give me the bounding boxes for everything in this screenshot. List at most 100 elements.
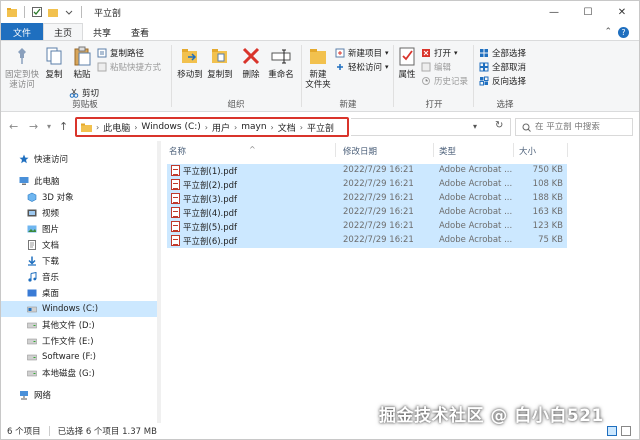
file-row[interactable]: 平立剖(1).pdf 2022/7/29 16:21 Adobe Acrobat…: [167, 164, 567, 178]
file-row[interactable]: 平立剖(3).pdf 2022/7/29 16:21 Adobe Acrobat…: [167, 192, 567, 206]
column-divider[interactable]: [433, 143, 434, 157]
tab-home[interactable]: 主页: [43, 23, 84, 41]
nav-videos[interactable]: 视频: [1, 205, 157, 221]
toolbar-divider: [24, 6, 25, 18]
up-arrow-icon[interactable]: ↑: [59, 120, 68, 133]
address-dropdown-icon[interactable]: ▾: [473, 122, 477, 131]
file-type: Adobe Acrobat ...: [439, 235, 513, 245]
paste-button[interactable]: 粘贴: [69, 45, 95, 80]
copy-to-button[interactable]: 复制到: [205, 45, 235, 80]
column-size[interactable]: 大小: [519, 145, 536, 157]
address-bar-empty-area[interactable]: [351, 118, 511, 136]
close-button[interactable]: ✕: [605, 1, 639, 23]
breadcrumb-this-pc[interactable]: 此电脑: [103, 121, 130, 134]
drive-icon: [27, 336, 37, 346]
properties-button[interactable]: 属性: [395, 45, 419, 80]
back-arrow-icon[interactable]: ←: [9, 120, 18, 133]
nav-pane-scrollbar[interactable]: [157, 141, 161, 423]
select-none-button[interactable]: 全部取消: [479, 61, 526, 73]
copy-button[interactable]: 复制: [41, 45, 67, 80]
breadcrumb-current[interactable]: 平立剖: [307, 121, 334, 134]
column-divider[interactable]: [567, 143, 568, 157]
file-row[interactable]: 平立剖(4).pdf 2022/7/29 16:21 Adobe Acrobat…: [167, 206, 567, 220]
pdf-file-icon: [171, 235, 180, 246]
select-all-label: 全部选择: [492, 49, 527, 59]
tab-view[interactable]: 查看: [121, 23, 159, 41]
nav-drive-f[interactable]: Software (F:): [1, 349, 157, 365]
file-size: 123 KB: [532, 221, 563, 231]
column-divider[interactable]: [335, 143, 336, 157]
nav-drive-d[interactable]: 其他文件 (D:): [1, 317, 157, 333]
paste-icon: [71, 45, 93, 67]
nav-drive-g[interactable]: 本地磁盘 (G:): [1, 365, 157, 381]
refresh-icon[interactable]: ↻: [495, 120, 503, 131]
invert-selection-button[interactable]: 反向选择: [479, 75, 526, 87]
address-bar[interactable]: › 此电脑 › Windows (C:) › 用户 › mayn › 文档 › …: [75, 117, 349, 137]
column-divider[interactable]: [513, 143, 514, 157]
file-row[interactable]: 平立剖(2).pdf 2022/7/29 16:21 Adobe Acrobat…: [167, 178, 567, 192]
select-all-button[interactable]: 全部选择: [479, 47, 526, 59]
pin-quick-access-button[interactable]: 固定到快 速访问: [5, 45, 39, 90]
search-input[interactable]: [535, 122, 625, 132]
open-button[interactable]: 打开 ▾: [421, 47, 458, 59]
copy-to-label: 复制到: [207, 70, 233, 80]
large-icons-view-icon[interactable]: [621, 426, 631, 436]
minimize-button[interactable]: —: [537, 1, 571, 23]
search-box[interactable]: [515, 118, 633, 136]
breadcrumb-documents[interactable]: 文档: [278, 121, 296, 134]
help-icon[interactable]: ?: [618, 26, 629, 38]
tab-share[interactable]: 共享: [83, 23, 121, 41]
breadcrumb-mayn[interactable]: mayn: [241, 122, 266, 132]
column-type[interactable]: 类型: [439, 145, 456, 157]
nav-quick-access[interactable]: 快速访问: [1, 151, 157, 167]
new-folder-button[interactable]: 新建 文件夹: [303, 45, 333, 90]
nav-drive-c[interactable]: Windows (C:): [1, 301, 157, 317]
easy-access-button[interactable]: 轻松访问 ▾: [335, 61, 389, 73]
file-size: 163 KB: [532, 207, 563, 217]
select-none-label: 全部取消: [492, 63, 527, 73]
breadcrumb-drive-c[interactable]: Windows (C:): [141, 122, 200, 132]
file-size: 188 KB: [532, 193, 563, 203]
file-type: Adobe Acrobat ...: [439, 193, 513, 203]
details-view-icon[interactable]: [607, 426, 617, 436]
nav-3d-objects[interactable]: 3D 对象: [1, 189, 157, 205]
copy-path-button[interactable]: 复制路径: [97, 47, 144, 59]
rename-button[interactable]: 重命名: [265, 45, 297, 80]
nav-documents[interactable]: 文档: [1, 237, 157, 253]
tab-file[interactable]: 文件: [1, 23, 44, 41]
pdf-open-icon: [421, 48, 431, 58]
paste-shortcut-button[interactable]: 粘贴快捷方式: [97, 61, 161, 73]
move-to-button[interactable]: 移动到: [175, 45, 205, 80]
customize-dropdown-icon[interactable]: [63, 6, 75, 18]
recent-dropdown-icon[interactable]: ▾: [47, 122, 51, 131]
breadcrumb-users[interactable]: 用户: [212, 121, 230, 134]
file-list-scrollbar[interactable]: [633, 141, 639, 423]
new-item-button[interactable]: 新建项目 ▾: [335, 47, 389, 59]
nav-network[interactable]: 网络: [1, 387, 157, 403]
properties-check-icon[interactable]: [31, 6, 43, 18]
new-folder-icon[interactable]: [47, 6, 59, 18]
file-type: Adobe Acrobat ...: [439, 207, 513, 217]
pdf-file-icon: [171, 193, 180, 204]
nav-downloads[interactable]: 下载: [1, 253, 157, 269]
nav-drive-e[interactable]: 工作文件 (E:): [1, 333, 157, 349]
history-button[interactable]: 历史记录: [421, 75, 468, 87]
column-name[interactable]: 名称: [169, 145, 186, 157]
collapse-ribbon-icon[interactable]: ⌃: [604, 27, 612, 37]
nav-desktop[interactable]: 桌面: [1, 285, 157, 301]
file-row[interactable]: 平立剖(5).pdf 2022/7/29 16:21 Adobe Acrobat…: [167, 220, 567, 234]
nav-label: 此电脑: [34, 177, 60, 187]
edit-button[interactable]: 编辑: [421, 61, 451, 73]
nav-pictures[interactable]: 图片: [1, 221, 157, 237]
invert-selection-icon: [479, 76, 489, 86]
sort-ascending-icon: ^: [249, 145, 256, 154]
forward-arrow-icon[interactable]: →: [29, 120, 38, 133]
nav-this-pc[interactable]: 此电脑: [1, 173, 157, 189]
nav-music[interactable]: 音乐: [1, 269, 157, 285]
file-row[interactable]: 平立剖(6).pdf 2022/7/29 16:21 Adobe Acrobat…: [167, 234, 567, 248]
maximize-button[interactable]: ☐: [571, 1, 605, 23]
nav-label: Software (F:): [42, 352, 96, 362]
3d-objects-icon: [27, 192, 37, 202]
delete-button[interactable]: 删除: [239, 45, 263, 80]
column-date[interactable]: 修改日期: [343, 145, 377, 157]
